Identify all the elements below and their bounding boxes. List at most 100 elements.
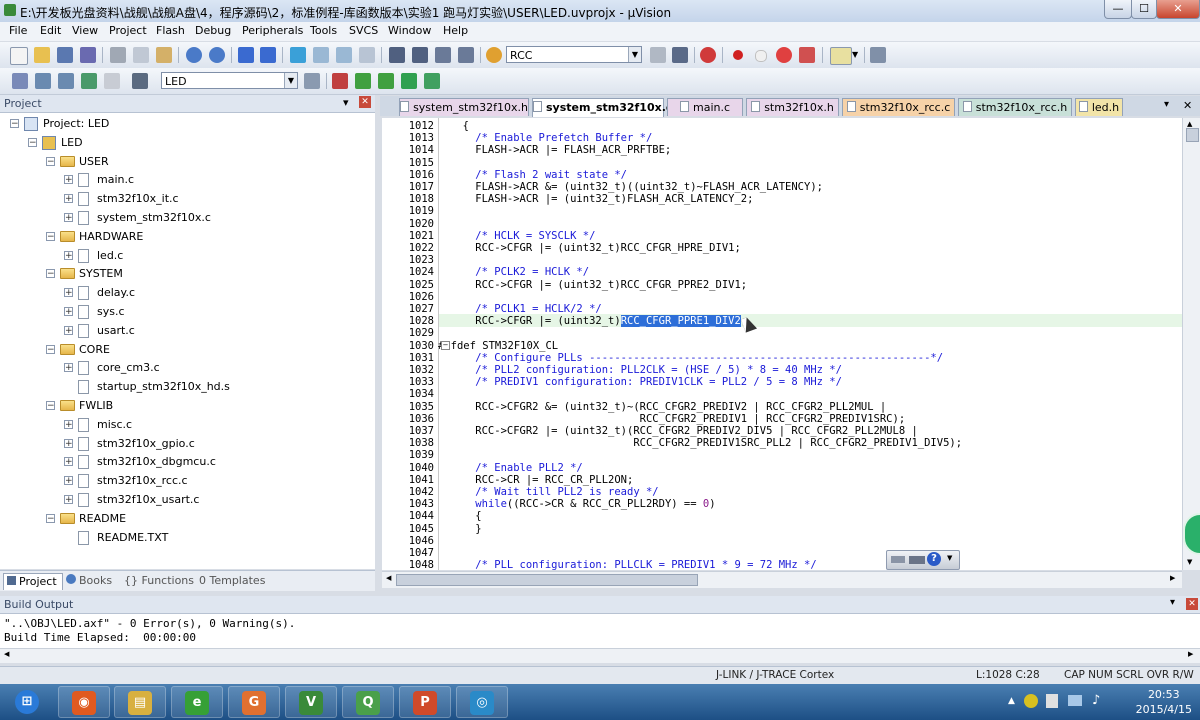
taskbar-app-powerpoint[interactable]: P <box>399 686 451 718</box>
expand-icon[interactable]: + <box>64 325 73 335</box>
collapse-icon[interactable]: − <box>46 513 55 523</box>
new-file-icon[interactable] <box>10 47 28 65</box>
expand-icon[interactable]: + <box>64 175 73 185</box>
grip-icon[interactable] <box>891 556 905 563</box>
tree-file[interactable]: + main.c <box>0 171 370 189</box>
menu-debug[interactable]: Debug <box>195 24 231 37</box>
tree-folder[interactable]: − USER <box>0 153 370 171</box>
comment-icon[interactable] <box>435 47 451 63</box>
menu-flash[interactable]: Flash <box>156 24 185 37</box>
tree-folder[interactable]: − CORE <box>0 341 370 359</box>
tree-folder[interactable]: − SYSTEM <box>0 265 370 283</box>
editor-tab[interactable]: stm32f10x_rcc.c <box>842 98 955 116</box>
tree-target[interactable]: − LED <box>0 134 370 152</box>
chevron-down-icon[interactable]: ▼ <box>852 47 860 63</box>
pin-icon[interactable]: ▾ <box>343 96 349 109</box>
taskbar-app-q-app[interactable]: Q <box>342 686 394 718</box>
chevron-down-icon[interactable]: ▼ <box>947 554 952 562</box>
scroll-thumb[interactable] <box>1186 128 1199 142</box>
tree-file[interactable]: + stm32f10x_usart.c <box>0 491 370 509</box>
taskbar-app-360-browser[interactable]: ◉ <box>58 686 110 718</box>
translate-icon[interactable] <box>12 73 28 89</box>
taskbar-app-explorer[interactable]: ▤ <box>114 686 166 718</box>
incremental-find-icon[interactable] <box>672 47 688 63</box>
menu-peripherals[interactable]: Peripherals <box>242 24 303 37</box>
scroll-right-icon[interactable]: ▶ <box>1188 650 1193 658</box>
stop-build-icon[interactable] <box>104 73 120 89</box>
tree-file[interactable]: startup_stm32f10x_hd.s <box>0 378 370 396</box>
expand-icon[interactable]: + <box>64 288 73 298</box>
taskbar-app-network-app[interactable]: ◎ <box>456 686 508 718</box>
expand-icon[interactable]: + <box>64 495 73 505</box>
tray-up-arrow-icon[interactable]: ▲ <box>1008 696 1015 706</box>
manage-books-icon[interactable] <box>355 73 371 89</box>
tree-folder[interactable]: − HARDWARE <box>0 228 370 246</box>
tab-templates[interactable]: 0 Templates <box>199 573 269 589</box>
tree-file[interactable]: README.TXT <box>0 529 370 547</box>
clear-breakpoints-icon[interactable] <box>776 47 792 63</box>
tab-list-icon[interactable]: ▾ <box>1164 99 1169 110</box>
tree-project[interactable]: − Project: LED <box>0 115 370 133</box>
build-output-scrollbar[interactable]: ◀ ▶ <box>0 648 1200 663</box>
close-icon[interactable]: ✕ <box>1183 99 1192 112</box>
expand-icon[interactable]: + <box>64 363 73 373</box>
tree-file[interactable]: + stm32f10x_gpio.c <box>0 435 370 453</box>
indent-icon[interactable] <box>389 47 405 63</box>
tab-books[interactable]: Books <box>66 573 118 589</box>
menu-edit[interactable]: Edit <box>40 24 61 37</box>
collapse-icon[interactable]: − <box>46 231 55 241</box>
kill-breakpoints-icon[interactable] <box>799 47 815 63</box>
download-icon[interactable] <box>132 73 148 89</box>
editor-tab[interactable]: system_stm32f10x.c* <box>532 98 678 117</box>
minimize-button[interactable]: — <box>1104 0 1132 19</box>
manage-project-icon[interactable] <box>332 73 348 89</box>
menu-view[interactable]: View <box>72 24 98 37</box>
breakpoint-icon[interactable] <box>733 50 743 60</box>
rebuild-icon[interactable] <box>58 73 74 89</box>
editor-tab[interactable]: led.h <box>1075 98 1123 116</box>
tree-folder[interactable]: − README <box>0 510 370 528</box>
clock[interactable]: 20:53 2015/4/15 <box>1136 687 1192 717</box>
tray-flag-icon[interactable] <box>1046 694 1058 708</box>
paste-icon[interactable] <box>156 47 172 63</box>
select-pack-icon[interactable] <box>378 73 394 89</box>
find-combo[interactable]: RCC ▼ <box>506 46 642 63</box>
window-layout-icon[interactable] <box>830 47 852 65</box>
menu-help[interactable]: Help <box>443 24 468 37</box>
pin-icon[interactable]: ▾ <box>1170 597 1175 608</box>
tab-functions[interactable]: {} Functions <box>124 573 194 589</box>
unindent-icon[interactable] <box>412 47 428 63</box>
taskbar-app-start[interactable]: ⊞ <box>2 686 54 718</box>
configure-icon[interactable] <box>870 47 886 63</box>
collapse-icon[interactable]: − <box>10 119 19 129</box>
tree-file[interactable]: + usart.c <box>0 322 370 340</box>
expand-icon[interactable]: + <box>64 438 73 448</box>
menu-window[interactable]: Window <box>388 24 431 37</box>
batch-build-icon[interactable] <box>81 73 97 89</box>
expand-icon[interactable]: + <box>64 476 73 486</box>
fold-marker-icon[interactable]: − <box>441 340 450 350</box>
collapse-icon[interactable]: − <box>28 137 37 147</box>
taskbar-app-foxit-pdf[interactable]: G <box>228 686 280 718</box>
selected-text[interactable]: RCC_CFGR_PPRE1_DIV2 <box>620 315 741 328</box>
scroll-left-icon[interactable]: ◀ <box>386 574 391 582</box>
editor-vertical-scrollbar[interactable]: ▲ ▼ <box>1182 118 1200 570</box>
undo-icon[interactable] <box>186 47 202 63</box>
prev-bookmark-icon[interactable] <box>313 47 329 63</box>
disable-breakpoint-icon[interactable] <box>755 50 767 62</box>
tree-file[interactable]: + core_cm3.c <box>0 359 370 377</box>
open-folder-icon[interactable] <box>34 47 50 63</box>
editor-tab[interactable]: main.c <box>667 98 743 116</box>
tree-file[interactable]: + system_stm32f10x.c <box>0 209 370 227</box>
code-editor[interactable]: 1012 1013 1014 1015 1016 1017 1018 1019 1020 1021… <box>382 118 1182 570</box>
component-icon[interactable] <box>424 73 440 89</box>
panel-close-icon[interactable]: ✕ <box>359 96 371 108</box>
target-combo[interactable]: LED ▼ <box>161 72 298 89</box>
expand-icon[interactable]: + <box>64 250 73 260</box>
taskbar-app-ie[interactable]: e <box>171 686 223 718</box>
menu-svcs[interactable]: SVCS <box>349 24 378 37</box>
menu-file[interactable]: File <box>9 24 27 37</box>
nav-forward-icon[interactable] <box>260 47 276 63</box>
editor-tab[interactable]: stm32f10x_rcc.h <box>958 98 1072 116</box>
tree-file[interactable]: + led.c <box>0 247 370 265</box>
